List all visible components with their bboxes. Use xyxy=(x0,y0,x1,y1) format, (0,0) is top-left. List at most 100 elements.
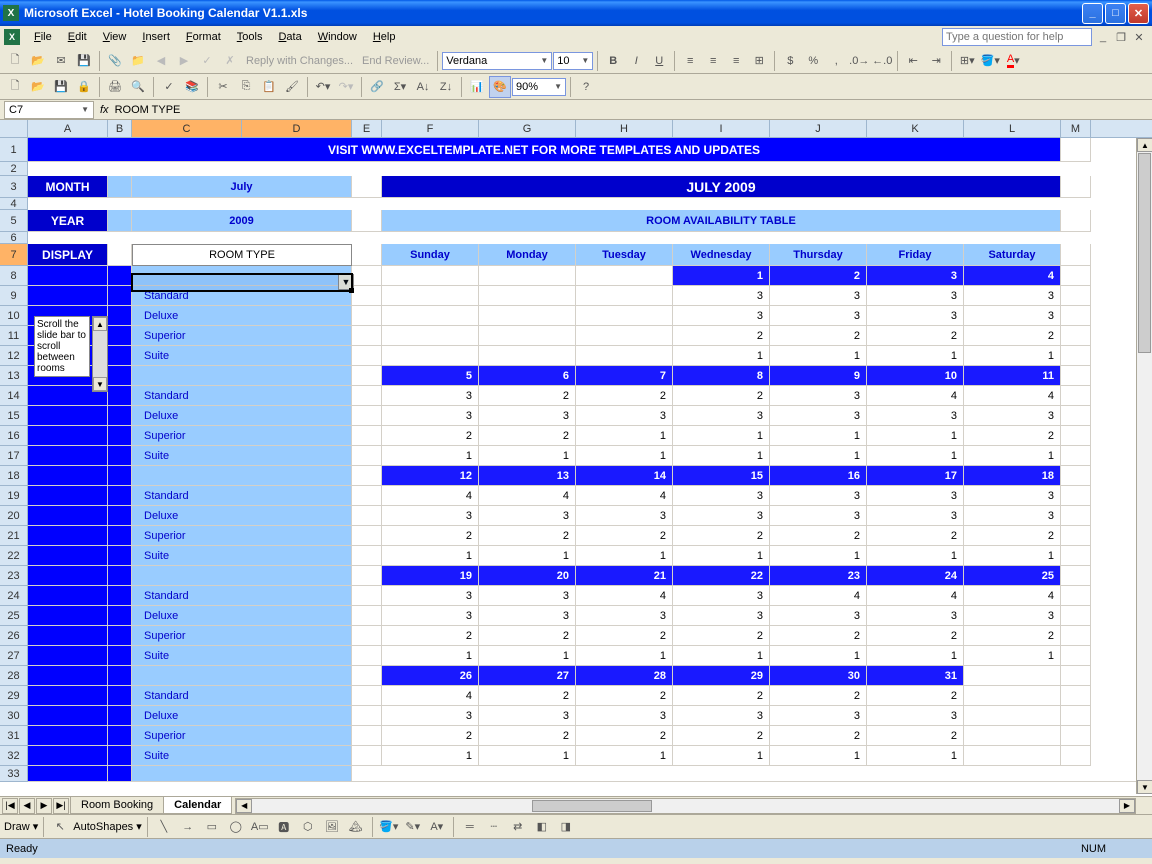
arrow-tool[interactable]: → xyxy=(177,816,199,838)
date-cell[interactable]: 22 xyxy=(673,566,770,586)
wordart-tool[interactable]: 🅰 xyxy=(273,816,295,838)
availability-cell[interactable]: 2 xyxy=(479,686,576,706)
availability-cell[interactable]: 3 xyxy=(770,306,867,326)
availability-cell[interactable]: 3 xyxy=(867,486,964,506)
date-cell[interactable] xyxy=(964,666,1061,686)
date-cell[interactable] xyxy=(576,266,673,286)
font-color-tool[interactable]: A▾ xyxy=(426,816,448,838)
availability-cell[interactable]: 1 xyxy=(673,746,770,766)
room-type-label[interactable]: Standard xyxy=(132,386,352,406)
row-header-4[interactable]: 4 xyxy=(0,198,28,210)
availability-cell[interactable]: 2 xyxy=(479,726,576,746)
availability-cell[interactable]: 1 xyxy=(382,546,479,566)
availability-cell[interactable]: 3 xyxy=(479,706,576,726)
undo-button[interactable]: ↶▾ xyxy=(312,76,334,98)
hscroll-left-button[interactable]: ◀ xyxy=(236,799,252,813)
date-cell[interactable]: 1 xyxy=(673,266,770,286)
tab-nav-0[interactable]: |◀ xyxy=(2,798,18,814)
availability-cell[interactable] xyxy=(576,286,673,306)
availability-cell[interactable]: 1 xyxy=(964,446,1061,466)
font-selector[interactable]: Verdana▼ xyxy=(442,52,552,70)
availability-cell[interactable]: 3 xyxy=(382,506,479,526)
calendar-title[interactable]: JULY 2009 xyxy=(382,176,1061,198)
tab-nav-1[interactable]: ◀ xyxy=(19,798,35,814)
availability-cell[interactable]: 3 xyxy=(964,306,1061,326)
display-dropdown[interactable]: ROOM TYPE xyxy=(132,244,352,266)
menu-help[interactable]: Help xyxy=(365,28,404,46)
redo-button[interactable]: ↷▾ xyxy=(335,76,357,98)
room-type-label[interactable]: Deluxe xyxy=(132,506,352,526)
availability-cell[interactable]: 2 xyxy=(479,426,576,446)
underline-button[interactable]: U xyxy=(648,50,670,72)
date-cell[interactable]: 29 xyxy=(673,666,770,686)
date-cell[interactable] xyxy=(479,266,576,286)
availability-cell[interactable]: 3 xyxy=(673,606,770,626)
mdi-minimize-button[interactable]: _ xyxy=(1096,30,1110,44)
availability-cell[interactable]: 2 xyxy=(770,686,867,706)
availability-cell[interactable] xyxy=(576,306,673,326)
col-header-J[interactable]: J xyxy=(770,120,867,137)
italic-button[interactable]: I xyxy=(625,50,647,72)
room-type-label[interactable]: Deluxe xyxy=(132,706,352,726)
availability-cell[interactable]: 3 xyxy=(576,506,673,526)
room-type-label[interactable]: Standard xyxy=(132,586,352,606)
row-header-24[interactable]: 24 xyxy=(0,586,28,606)
autoshapes-menu[interactable]: AutoShapes ▾ xyxy=(73,820,142,833)
open-button[interactable]: 📂 xyxy=(27,50,49,72)
row-header-31[interactable]: 31 xyxy=(0,726,28,746)
date-cell[interactable]: 18 xyxy=(964,466,1061,486)
draw-menu[interactable]: Draw ▾ xyxy=(4,820,38,833)
tab-nav-3[interactable]: ▶| xyxy=(53,798,69,814)
row-header-23[interactable]: 23 xyxy=(0,566,28,586)
availability-cell[interactable]: 3 xyxy=(964,286,1061,306)
availability-cell[interactable]: 2 xyxy=(964,326,1061,346)
print-button[interactable]: 🖨 xyxy=(104,76,126,98)
availability-cell[interactable]: 3 xyxy=(867,286,964,306)
availability-cell[interactable]: 1 xyxy=(867,746,964,766)
minimize-button[interactable]: _ xyxy=(1082,3,1103,24)
col-header-M[interactable]: M xyxy=(1061,120,1091,137)
research-button[interactable]: 📚 xyxy=(181,76,203,98)
row-header-14[interactable]: 14 xyxy=(0,386,28,406)
font-color-button[interactable]: A▾ xyxy=(1002,50,1024,72)
room-type-label[interactable]: Superior xyxy=(132,326,352,346)
room-type-label[interactable]: Suite xyxy=(132,546,352,566)
sort-desc-button[interactable]: Z↓ xyxy=(435,76,457,98)
availability-cell[interactable]: 1 xyxy=(673,446,770,466)
percent-button[interactable]: % xyxy=(802,50,824,72)
row-header-21[interactable]: 21 xyxy=(0,526,28,546)
preview-button[interactable]: 🔍 xyxy=(127,76,149,98)
bold-button[interactable]: B xyxy=(602,50,624,72)
date-cell[interactable]: 31 xyxy=(867,666,964,686)
name-box[interactable]: C7▼ xyxy=(4,101,94,119)
room-type-label[interactable]: Superior xyxy=(132,726,352,746)
fill-color-button[interactable]: 🪣▾ xyxy=(979,50,1001,72)
availability-cell[interactable]: 2 xyxy=(964,626,1061,646)
tab-nav-2[interactable]: ▶ xyxy=(36,798,52,814)
cut-button[interactable]: ✂ xyxy=(212,76,234,98)
comma-button[interactable]: , xyxy=(825,50,847,72)
availability-cell[interactable]: 2 xyxy=(479,626,576,646)
availability-cell[interactable]: 1 xyxy=(867,446,964,466)
date-cell[interactable]: 20 xyxy=(479,566,576,586)
availability-cell[interactable] xyxy=(964,686,1061,706)
row-header-28[interactable]: 28 xyxy=(0,666,28,686)
availability-cell[interactable]: 3 xyxy=(867,306,964,326)
availability-cell[interactable]: 2 xyxy=(479,526,576,546)
row-header-25[interactable]: 25 xyxy=(0,606,28,626)
row-header-3[interactable]: 3 xyxy=(0,176,28,198)
availability-cell[interactable]: 3 xyxy=(479,606,576,626)
new-doc-button[interactable]: 🗋 xyxy=(4,76,26,98)
availability-cell[interactable]: 4 xyxy=(576,486,673,506)
mdi-close-button[interactable]: ✕ xyxy=(1132,30,1146,44)
availability-cell[interactable]: 4 xyxy=(479,486,576,506)
menu-edit[interactable]: Edit xyxy=(60,28,95,46)
zoom-selector[interactable]: 90%▼ xyxy=(512,78,566,96)
select-objects-button[interactable]: ↖ xyxy=(49,816,71,838)
col-header-E[interactable]: E xyxy=(352,120,382,137)
increase-indent-button[interactable]: ⇥ xyxy=(925,50,947,72)
availability-cell[interactable]: 1 xyxy=(867,646,964,666)
room-type-label[interactable]: Suite xyxy=(132,346,352,366)
availability-cell[interactable]: 4 xyxy=(770,586,867,606)
textbox-tool[interactable]: A▭ xyxy=(249,816,271,838)
